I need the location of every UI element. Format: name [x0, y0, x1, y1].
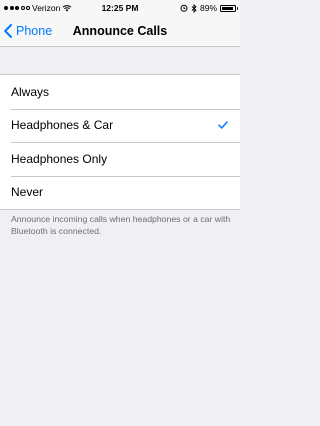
- battery-icon: [220, 4, 238, 12]
- status-bar: Verizon 12:25 PM 89%: [0, 0, 240, 15]
- alarm-icon: [180, 4, 188, 12]
- back-button-label: Phone: [16, 24, 53, 38]
- navigation-bar: Phone Announce Calls: [0, 15, 240, 47]
- option-label: Headphones Only: [11, 151, 108, 166]
- option-row-never[interactable]: Never: [0, 175, 240, 210]
- back-button[interactable]: Phone: [4, 15, 52, 47]
- option-label: Always: [11, 84, 50, 99]
- option-row-always[interactable]: Always: [0, 75, 240, 109]
- checkmark-icon: [218, 109, 228, 143]
- announce-options-list: Always Headphones & Car Headphones Only Nev…: [0, 74, 240, 210]
- option-row-headphones-only[interactable]: Headphones Only: [0, 142, 240, 176]
- option-row-headphones-car[interactable]: Headphones & Car: [0, 108, 240, 143]
- footer-note: Announce incoming calls when headphones …: [11, 214, 231, 236]
- option-label: Never: [11, 185, 44, 200]
- bluetooth-icon: [191, 3, 197, 13]
- battery-percent: 89%: [199, 3, 217, 13]
- chevron-left-icon: [4, 24, 12, 38]
- status-right: 89%: [180, 3, 238, 13]
- option-label: Headphones & Car: [11, 118, 114, 133]
